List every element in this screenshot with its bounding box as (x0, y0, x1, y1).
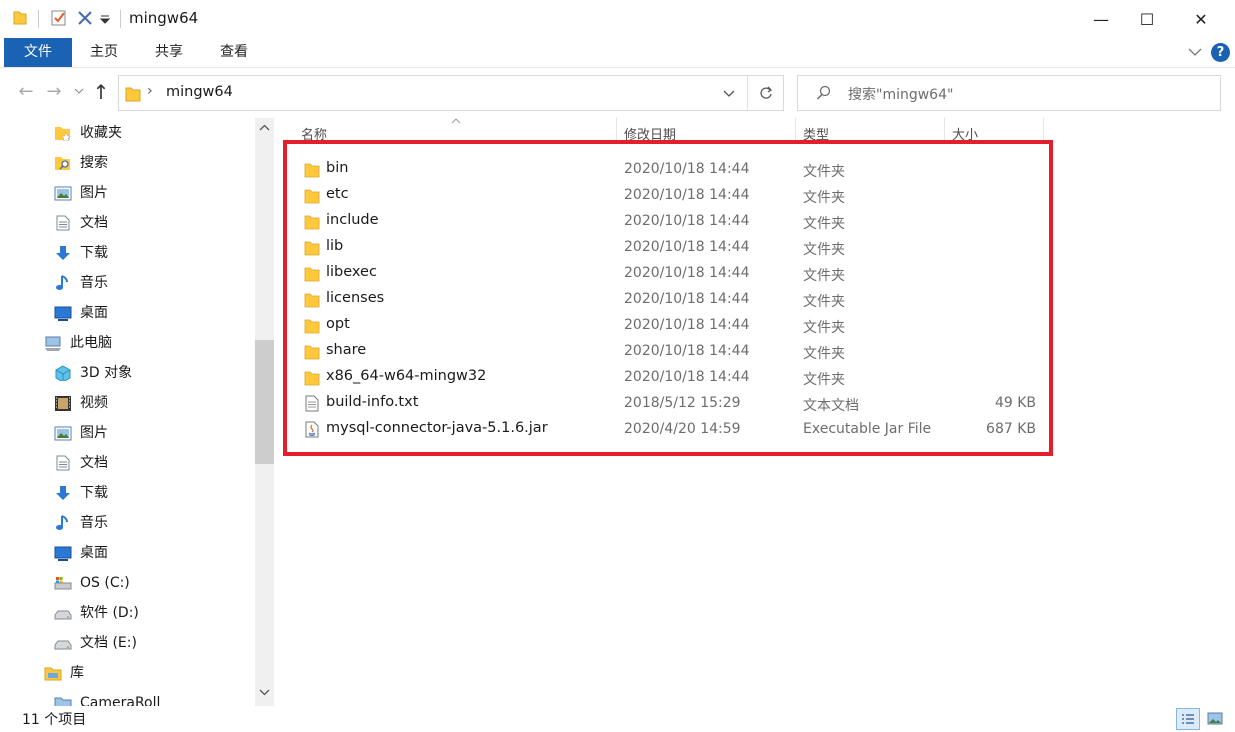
minimize-button[interactable]: — (1078, 0, 1124, 38)
ribbon-tabs: 文件 主页 共享 查看 ? (0, 38, 1235, 68)
documents-icon (56, 215, 70, 231)
drive-icon (54, 610, 72, 620)
annotation-highlight-box (283, 140, 1053, 456)
scroll-down-icon[interactable] (259, 688, 270, 696)
tab-view[interactable]: 查看 (206, 38, 262, 67)
divider (747, 76, 748, 110)
details-view-button[interactable] (1176, 708, 1200, 730)
properties-icon[interactable] (50, 9, 68, 27)
search-icon (817, 85, 831, 100)
divider (38, 10, 39, 28)
close-button[interactable]: ✕ (1178, 0, 1224, 38)
videos-icon (55, 396, 71, 411)
scroll-up-icon[interactable] (259, 124, 270, 132)
sidebar-item-label: 软件 (D:) (80, 605, 139, 621)
sidebar-item-label: 搜索 (80, 155, 108, 171)
window-title: mingw64 (129, 9, 199, 27)
desktop-icon (54, 546, 72, 561)
pictures-icon (54, 186, 72, 201)
tab-share[interactable]: 共享 (141, 38, 197, 67)
navigation-pane: 收藏夹 搜索 图片 文档 下载 音乐 桌面 此电脑 3D 对象 视频 图片 文档… (0, 118, 278, 706)
sidebar-item-label: 文档 (80, 215, 108, 231)
search-placeholder: 搜索"mingw64" (848, 87, 954, 103)
sidebar-scrollbar[interactable] (255, 118, 274, 706)
large-icons-view-icon (1207, 712, 1223, 725)
sidebar-item-label: 图片 (80, 185, 108, 201)
divider (120, 10, 121, 28)
sidebar-item-label: 视频 (80, 395, 108, 411)
search-box[interactable]: 搜索"mingw64" (797, 75, 1221, 111)
sidebar-item-label: 收藏夹 (80, 125, 122, 141)
sidebar-item-label: 3D 对象 (80, 365, 133, 381)
search-folder-icon (55, 157, 70, 170)
large-icons-view-button[interactable] (1204, 708, 1226, 730)
help-icon[interactable]: ? (1211, 43, 1230, 62)
breadcrumb-separator: › (147, 83, 153, 99)
downloads-icon (56, 486, 70, 500)
details-view-icon (1182, 714, 1194, 724)
sidebar-item-label: 下载 (80, 245, 108, 261)
status-bar: 11 个项目 (0, 706, 1235, 732)
os-drive-icon (54, 577, 72, 590)
sidebar-item-label: 音乐 (80, 515, 108, 531)
sidebar-item-label: CameraRoll (80, 695, 161, 706)
breadcrumb-mingw64[interactable]: mingw64 (166, 84, 233, 100)
folder-icon (13, 11, 27, 25)
address-history-icon[interactable] (723, 89, 735, 99)
tab-home[interactable]: 主页 (76, 38, 132, 67)
forward-button[interactable]: → (42, 80, 66, 104)
downloads-icon (56, 246, 70, 260)
sidebar-item-label: 此电脑 (70, 335, 112, 351)
sidebar-item-label: 库 (70, 665, 84, 681)
back-button[interactable]: ← (14, 80, 38, 104)
library-icon (44, 667, 62, 681)
sidebar-item-label: 桌面 (80, 305, 108, 321)
up-button[interactable]: ↑ (89, 80, 113, 104)
this-pc-icon (45, 336, 61, 351)
recent-locations-icon[interactable] (74, 86, 84, 96)
folder-icon (54, 697, 72, 706)
folder-icon (125, 87, 141, 102)
sidebar-item-label: 桌面 (80, 545, 108, 561)
tab-file[interactable]: 文件 (4, 38, 72, 67)
sidebar-scroll-thumb[interactable] (255, 340, 274, 464)
drive-icon (54, 640, 72, 650)
music-icon (56, 515, 68, 530)
sidebar-item-label: 下载 (80, 485, 108, 501)
refresh-icon[interactable] (759, 86, 773, 100)
address-bar[interactable]: › mingw64 (118, 75, 784, 111)
desktop-icon (54, 306, 72, 321)
music-icon (56, 275, 68, 290)
sidebar-item-label: OS (C:) (80, 575, 130, 591)
documents-icon (56, 455, 70, 471)
sidebar-item-label: 音乐 (80, 275, 108, 291)
sidebar-item-label: 文档 (E:) (80, 635, 137, 651)
3d-objects-icon (55, 365, 71, 381)
pictures-icon (54, 426, 72, 441)
sort-ascending-icon (451, 118, 461, 124)
expand-ribbon-icon[interactable] (1188, 47, 1202, 57)
title-bar: mingw64 — ☐ ✕ (0, 0, 1235, 38)
delete-icon[interactable] (76, 9, 94, 27)
item-count: 11 个项目 (22, 712, 87, 728)
sidebar-item-label: 文档 (80, 455, 108, 471)
customize-quick-access-icon[interactable] (100, 14, 110, 24)
sidebar-item-label: 图片 (80, 425, 108, 441)
star-folder-icon (55, 127, 72, 141)
maximize-button[interactable]: ☐ (1124, 0, 1170, 38)
